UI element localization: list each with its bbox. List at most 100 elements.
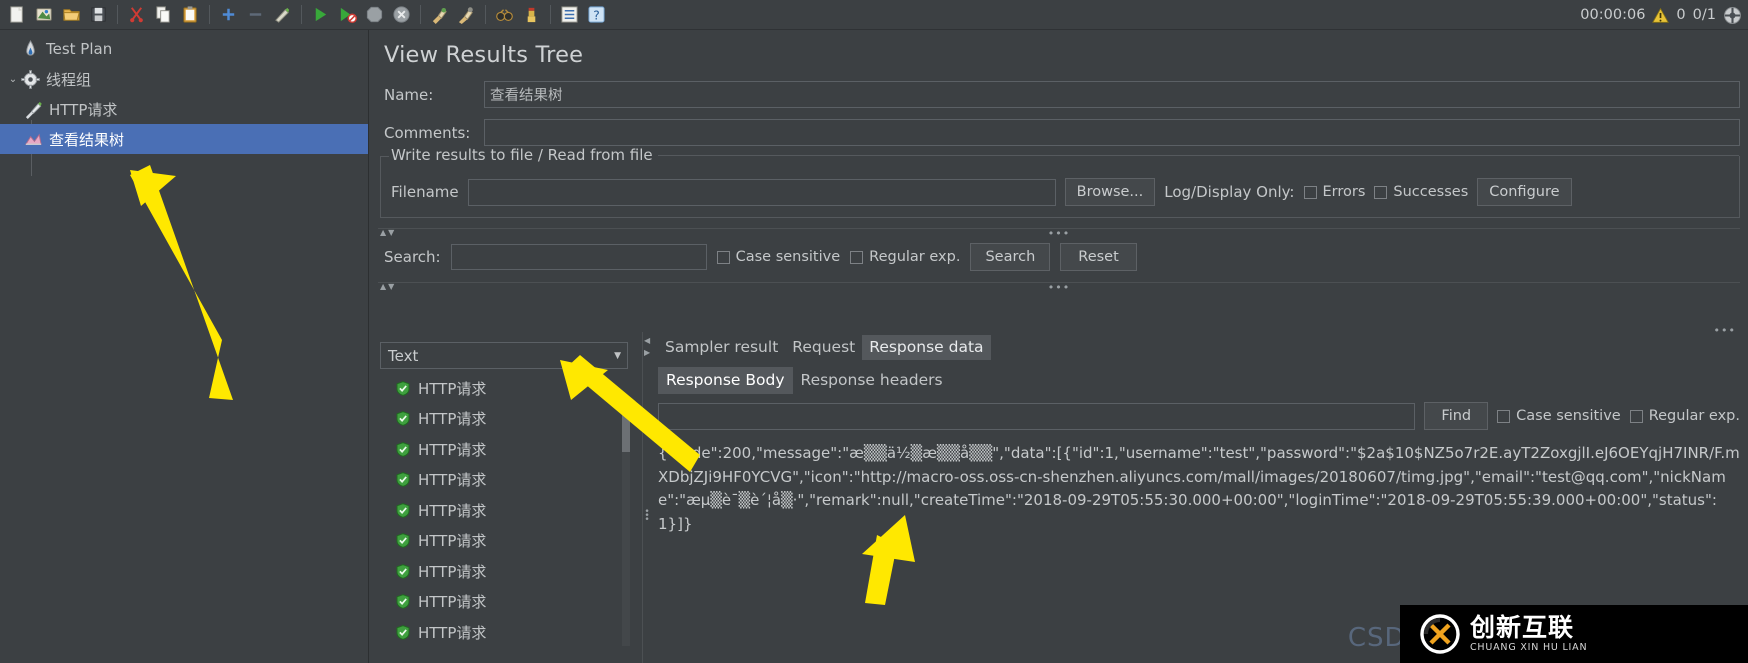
response-subtabs[interactable]: Response Body Response headers (652, 364, 1748, 394)
jmeter-window: ? 00:00:06 0 0/1 Test Plan ⌄ 线程组 HTTP请求 (0, 0, 1748, 663)
tree-node-test-plan[interactable]: Test Plan (0, 34, 368, 64)
open-icon[interactable] (58, 2, 85, 28)
find-case-sensitive-box[interactable] (1497, 409, 1511, 423)
list-item[interactable]: HTTP请求 (380, 587, 638, 618)
toolbar-separator (117, 5, 118, 24)
tree-node-label: 查看结果树 (49, 130, 125, 149)
splitter-upper[interactable]: ▲▼ ••• (378, 227, 1740, 240)
find-row: Find Case sensitive Regular exp. (652, 394, 1748, 430)
clear-all-icon[interactable] (453, 2, 480, 28)
comments-label: Comments: (384, 123, 471, 142)
help-icon[interactable]: ? (583, 2, 610, 28)
name-row: Name: 查看结果树 (370, 81, 1748, 108)
detail-splitter-grip[interactable]: ••• (1714, 324, 1736, 337)
search-regular-exp-box[interactable] (850, 250, 864, 264)
shutdown-icon[interactable] (388, 2, 415, 28)
twisty-expanded-icon[interactable]: ⌄ (6, 74, 20, 85)
tab-request[interactable]: Request (785, 335, 862, 360)
list-item[interactable]: HTTP请求 (380, 526, 638, 557)
name-label: Name: (384, 85, 434, 104)
expand-all-icon[interactable] (215, 2, 242, 28)
list-item[interactable]: HTTP请求 (380, 373, 638, 404)
copy-icon[interactable] (150, 2, 177, 28)
status-bar: 00:00:06 0 0/1 (1580, 0, 1742, 30)
splitter-left-arrow[interactable]: ◀ (644, 336, 650, 345)
find-input[interactable] (658, 402, 1416, 430)
warning-count: 0 (1676, 7, 1686, 23)
list-item[interactable]: HTTP请求 (380, 434, 638, 465)
list-item-label: HTTP请求 (418, 623, 487, 642)
collapse-all-icon[interactable] (242, 2, 269, 28)
find-button[interactable]: Find (1424, 402, 1489, 430)
start-icon[interactable] (307, 2, 334, 28)
filename-input[interactable] (467, 178, 1056, 206)
search-case-sensitive-box[interactable] (716, 250, 730, 264)
find-case-sensitive-label: Case sensitive (1516, 408, 1621, 424)
group-legend: Write results to file / Read from file (389, 146, 1739, 164)
successes-checkbox[interactable]: Successes (1374, 184, 1468, 200)
list-item[interactable]: HTTP请求 (380, 556, 638, 587)
stop-icon[interactable] (361, 2, 388, 28)
successes-checkbox-box[interactable] (1374, 185, 1388, 199)
toggle-icon[interactable] (269, 2, 296, 28)
splitter-arrows[interactable]: ▲▼ (380, 228, 396, 237)
tree-node-http-request[interactable]: HTTP请求 (0, 94, 368, 124)
search-case-sensitive-checkbox[interactable]: Case sensitive (716, 249, 840, 265)
search-reset-icon[interactable] (518, 2, 545, 28)
clear-icon[interactable] (426, 2, 453, 28)
paste-icon[interactable] (177, 2, 204, 28)
tree-node-thread-group[interactable]: ⌄ 线程组 (0, 64, 368, 94)
find-case-sensitive-checkbox[interactable]: Case sensitive (1497, 408, 1621, 424)
splitter-arrows[interactable]: ▲▼ (380, 282, 396, 291)
tab-response-body[interactable]: Response Body (658, 367, 793, 394)
test-plan-tree[interactable]: Test Plan ⌄ 线程组 HTTP请求 查看结果树 (0, 30, 369, 663)
search-regular-exp-checkbox[interactable]: Regular exp. (850, 249, 960, 265)
successes-checkbox-label: Successes (1393, 184, 1469, 200)
tab-response-data[interactable]: Response data (862, 335, 991, 360)
brand-logo-icon (1420, 614, 1460, 654)
find-regular-exp-box[interactable] (1629, 409, 1643, 423)
success-shield-icon (396, 533, 410, 549)
new-icon[interactable] (4, 2, 31, 28)
list-item[interactable]: HTTP请求 (380, 404, 638, 435)
comments-input[interactable] (484, 119, 1740, 146)
find-regular-exp-checkbox[interactable]: Regular exp. (1629, 408, 1740, 424)
chevron-down-icon[interactable]: ▼ (614, 351, 621, 361)
errors-checkbox[interactable]: Errors (1303, 184, 1365, 200)
splitter-grip[interactable]: ••• (644, 508, 650, 532)
remote-status-icon[interactable] (1723, 6, 1742, 25)
function-helper-icon[interactable] (556, 2, 583, 28)
save-icon[interactable] (85, 2, 112, 28)
configure-button[interactable]: Configure (1477, 178, 1572, 206)
search-icon[interactable] (491, 2, 518, 28)
browse-button[interactable]: Browse... (1064, 178, 1156, 206)
results-scrollbar-thumb[interactable] (622, 406, 630, 452)
tab-sampler-result[interactable]: Sampler result (658, 335, 785, 360)
response-tabs[interactable]: Sampler result Request Response data (652, 332, 1748, 360)
splitter-lower[interactable]: ▲▼ ••• (378, 281, 1740, 294)
toolbar-separator (301, 5, 302, 24)
tree-node-view-results-tree[interactable]: 查看结果树 (0, 124, 368, 154)
errors-checkbox-box[interactable] (1303, 185, 1317, 199)
response-body-text[interactable]: {"code":200,"message":"æ▒▒ä½▒æ▒▒å▒▒","da… (658, 442, 1748, 536)
splitter-grip[interactable]: ••• (1048, 281, 1070, 294)
start-no-pauses-icon[interactable] (334, 2, 361, 28)
list-item[interactable]: HTTP请求 (380, 617, 638, 648)
render-type-combo[interactable]: Text ▼ (380, 342, 628, 369)
search-input[interactable] (450, 244, 707, 270)
name-input[interactable]: 查看结果树 (484, 81, 1740, 108)
tab-response-headers[interactable]: Response headers (793, 367, 951, 394)
search-button[interactable]: Search (970, 243, 1051, 271)
vertical-splitter[interactable]: ◀ ▶ • • • (642, 332, 651, 663)
tree-node-label: 线程组 (46, 70, 92, 89)
list-item[interactable]: HTTP请求 (380, 495, 638, 526)
cut-icon[interactable] (123, 2, 150, 28)
splitter-right-arrow[interactable]: ▶ (644, 348, 650, 357)
reset-button[interactable]: Reset (1060, 243, 1137, 271)
view-results-tree-icon (25, 133, 42, 145)
splitter-grip[interactable]: ••• (1048, 227, 1070, 240)
templates-icon[interactable] (31, 2, 58, 28)
list-item[interactable]: HTTP请求 (380, 465, 638, 496)
warning-icon[interactable] (1652, 7, 1670, 24)
results-items[interactable]: HTTP请求 HTTP请求 HTTP请求 HTTP请求 HTTP请求 HTTP请… (380, 373, 638, 648)
